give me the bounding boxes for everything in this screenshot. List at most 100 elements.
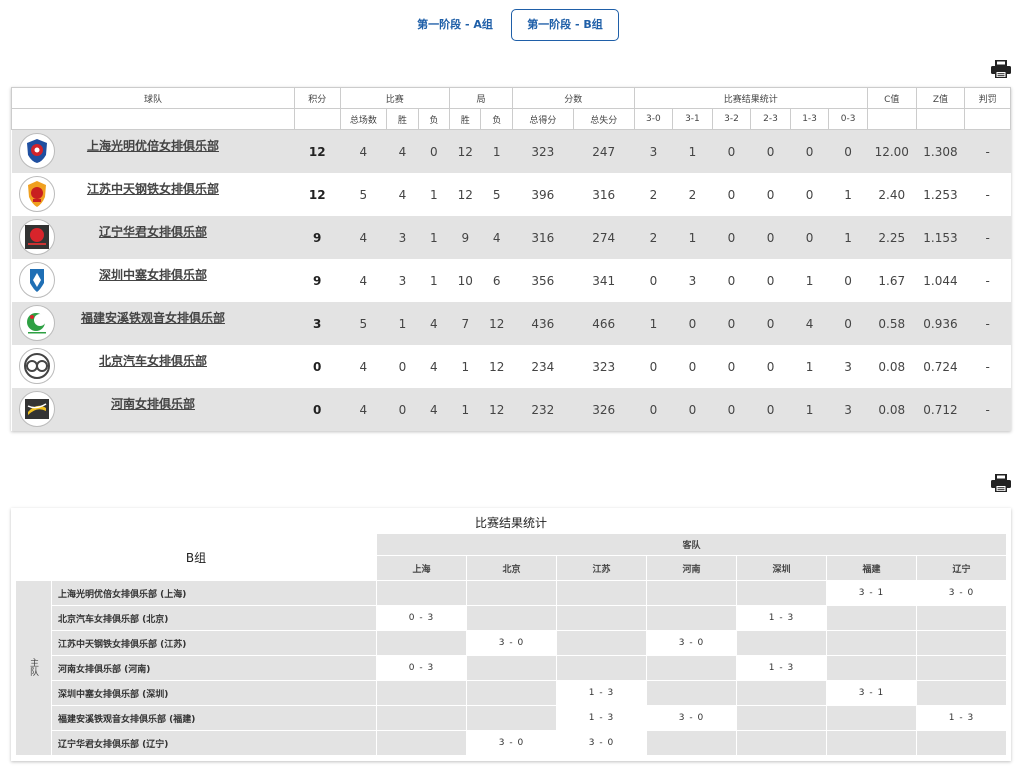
team-link[interactable]: 福建安溪铁观音女排俱乐部 bbox=[81, 311, 225, 325]
cell-wins: 4 bbox=[386, 129, 419, 173]
cell-result-3-0: 0 bbox=[634, 345, 673, 388]
team-cell: 福建安溪铁观音女排俱乐部 bbox=[11, 302, 295, 345]
cell-result-0-3: 1 bbox=[828, 173, 868, 216]
cell-points-against: 247 bbox=[573, 129, 635, 173]
matrix-result-cell: 3 - 0 bbox=[556, 730, 647, 756]
matrix-result-cell: 1 - 3 bbox=[736, 605, 827, 631]
matrix-result-cell bbox=[556, 630, 647, 656]
matrix-result-cell bbox=[556, 655, 647, 681]
matrix-column-header: 河南 bbox=[646, 555, 737, 581]
cell-result-1-3: 0 bbox=[790, 173, 829, 216]
team-cell: 北京汽车女排俱乐部 bbox=[11, 345, 295, 388]
matrix-result-cell bbox=[556, 605, 647, 631]
matrix-result-cell bbox=[736, 730, 827, 756]
matrix-column-header: 辽宁 bbox=[916, 555, 1007, 581]
team-cell: 河南女排俱乐部 bbox=[11, 388, 295, 431]
cell-sets-won: 12 bbox=[449, 173, 481, 216]
header-c-value: C值 bbox=[866, 87, 917, 109]
cell-c-value: 0.58 bbox=[867, 302, 917, 345]
cell-points-for: 316 bbox=[512, 216, 574, 259]
header-points: 积分 bbox=[293, 87, 341, 109]
team-link[interactable]: 江苏中天钢铁女排俱乐部 bbox=[87, 182, 219, 196]
matrix-row: 辽宁华君女排俱乐部 (辽宁) 3 - 03 - 0 bbox=[16, 730, 1007, 756]
cell-points: 9 bbox=[294, 216, 341, 259]
standings-row: 深圳中塞女排俱乐部 9 4 3 1 10 6 356 341 0 3 0 0 1 0 1.67 1.044- bbox=[11, 259, 1011, 302]
cell-points-against: 326 bbox=[573, 388, 635, 431]
shenzhen-logo-icon bbox=[18, 262, 55, 298]
cell-points-against: 316 bbox=[573, 173, 635, 216]
cell-points-against: 323 bbox=[573, 345, 635, 388]
standings-row: 河南女排俱乐部 0 4 0 4 1 12 232 326 0 0 0 0 1 3 0.08 0.712- bbox=[11, 388, 1011, 431]
team-link[interactable]: 北京汽车女排俱乐部 bbox=[99, 354, 207, 368]
matrix-home-label-text: 主队 bbox=[28, 657, 38, 676]
team-link[interactable]: 河南女排俱乐部 bbox=[111, 397, 195, 411]
cell-result-3-1: 0 bbox=[672, 302, 713, 345]
matrix-row: 北京汽车女排俱乐部 (北京) 0 - 3 1 - 3 bbox=[16, 605, 1007, 631]
team-link[interactable]: 深圳中塞女排俱乐部 bbox=[99, 268, 207, 282]
matrix-result-cell bbox=[916, 655, 1007, 681]
matrix-row-team: 辽宁华君女排俱乐部 (辽宁) bbox=[51, 730, 377, 756]
team-cell: 辽宁华君女排俱乐部 bbox=[11, 216, 295, 259]
matrix-row-team: 深圳中塞女排俱乐部 (深圳) bbox=[51, 680, 377, 706]
cell-losses: 1 bbox=[418, 259, 450, 302]
cell-result-2-3: 0 bbox=[750, 259, 791, 302]
subheader-total-matches: 总场数 bbox=[339, 108, 388, 130]
matrix-result-cell: 1 - 3 bbox=[736, 655, 827, 681]
cell-z-value: 1.044 bbox=[916, 259, 965, 302]
cell-sets-won: 7 bbox=[449, 302, 481, 345]
cell-result-3-0: 2 bbox=[634, 173, 673, 216]
team-link[interactable]: 上海光明优倍女排俱乐部 bbox=[87, 139, 219, 153]
cell-points: 12 bbox=[294, 129, 341, 173]
matrix-column-header: 江苏 bbox=[556, 555, 647, 581]
cell-penalty: - bbox=[964, 173, 1011, 216]
matrix-result-cell bbox=[376, 705, 467, 731]
team-cell: 上海光明优倍女排俱乐部 bbox=[11, 129, 295, 173]
matrix-result-cell bbox=[376, 730, 467, 756]
cell-result-1-3: 0 bbox=[790, 129, 829, 173]
matrix-result-cell bbox=[736, 705, 827, 731]
matrix-result-cell bbox=[646, 680, 737, 706]
header-score: 分数 bbox=[511, 87, 635, 109]
cell-c-value: 0.08 bbox=[867, 388, 917, 431]
cell-result-3-1: 3 bbox=[672, 259, 713, 302]
subheader-win: 胜 bbox=[386, 108, 419, 130]
print-icon[interactable] bbox=[990, 473, 1012, 493]
cell-result-1-3: 1 bbox=[790, 345, 829, 388]
cell-losses: 4 bbox=[418, 388, 450, 431]
cell-c-value: 2.40 bbox=[867, 173, 917, 216]
tab-stage1-group-a[interactable]: 第一阶段 - A组 bbox=[405, 9, 505, 41]
cell-wins: 3 bbox=[386, 216, 419, 259]
cell-sets-won: 9 bbox=[449, 216, 481, 259]
standings-row: 福建安溪铁观音女排俱乐部 3 5 1 4 7 12 436 466 1 0 0 0 4 0 0.58 0.936… bbox=[11, 302, 1011, 345]
matrix-result-cell bbox=[466, 605, 557, 631]
results-matrix-panel: 比赛结果统计 B组 客队 上海 北京 江苏 河南 深圳 福建 辽宁 主队 上海光明优倍女排俱乐… bbox=[11, 508, 1011, 761]
tab-stage1-group-b[interactable]: 第一阶段 - B组 bbox=[511, 9, 619, 41]
matrix-row: 江苏中天钢铁女排俱乐部 (江苏) 3 - 0 3 - 0 bbox=[16, 630, 1007, 656]
matrix-home-label: 主队 bbox=[15, 580, 52, 756]
matrix-result-cell bbox=[826, 630, 917, 656]
shanghai-logo-icon bbox=[18, 133, 55, 169]
cell-result-0-3: 1 bbox=[828, 216, 868, 259]
team-link[interactable]: 辽宁华君女排俱乐部 bbox=[99, 225, 207, 239]
subheader-3-1: 3-1 bbox=[672, 108, 713, 130]
matrix-row-team: 上海光明优倍女排俱乐部 (上海) bbox=[51, 580, 377, 606]
header-matches: 比赛 bbox=[339, 87, 451, 109]
matrix-group-label: B组 bbox=[15, 533, 377, 581]
print-icon[interactable] bbox=[990, 59, 1012, 79]
matrix-result-cell bbox=[826, 705, 917, 731]
cell-points-for: 232 bbox=[512, 388, 574, 431]
cell-wins: 0 bbox=[386, 388, 419, 431]
cell-c-value: 0.08 bbox=[867, 345, 917, 388]
cell-result-0-3: 0 bbox=[828, 129, 868, 173]
cell-result-3-2: 0 bbox=[712, 302, 751, 345]
matrix-row-team: 福建安溪铁观音女排俱乐部 (福建) bbox=[51, 705, 377, 731]
cell-result-2-3: 0 bbox=[750, 129, 791, 173]
cell-result-3-2: 0 bbox=[712, 259, 751, 302]
cell-sets-lost: 1 bbox=[480, 129, 513, 173]
matrix-result-cell bbox=[916, 630, 1007, 656]
subheader-empty bbox=[11, 108, 295, 130]
matrix-result-cell bbox=[556, 580, 647, 606]
liaoning-logo-icon bbox=[18, 219, 55, 255]
header-z-value: Z值 bbox=[915, 87, 966, 109]
cell-result-3-1: 1 bbox=[672, 216, 713, 259]
